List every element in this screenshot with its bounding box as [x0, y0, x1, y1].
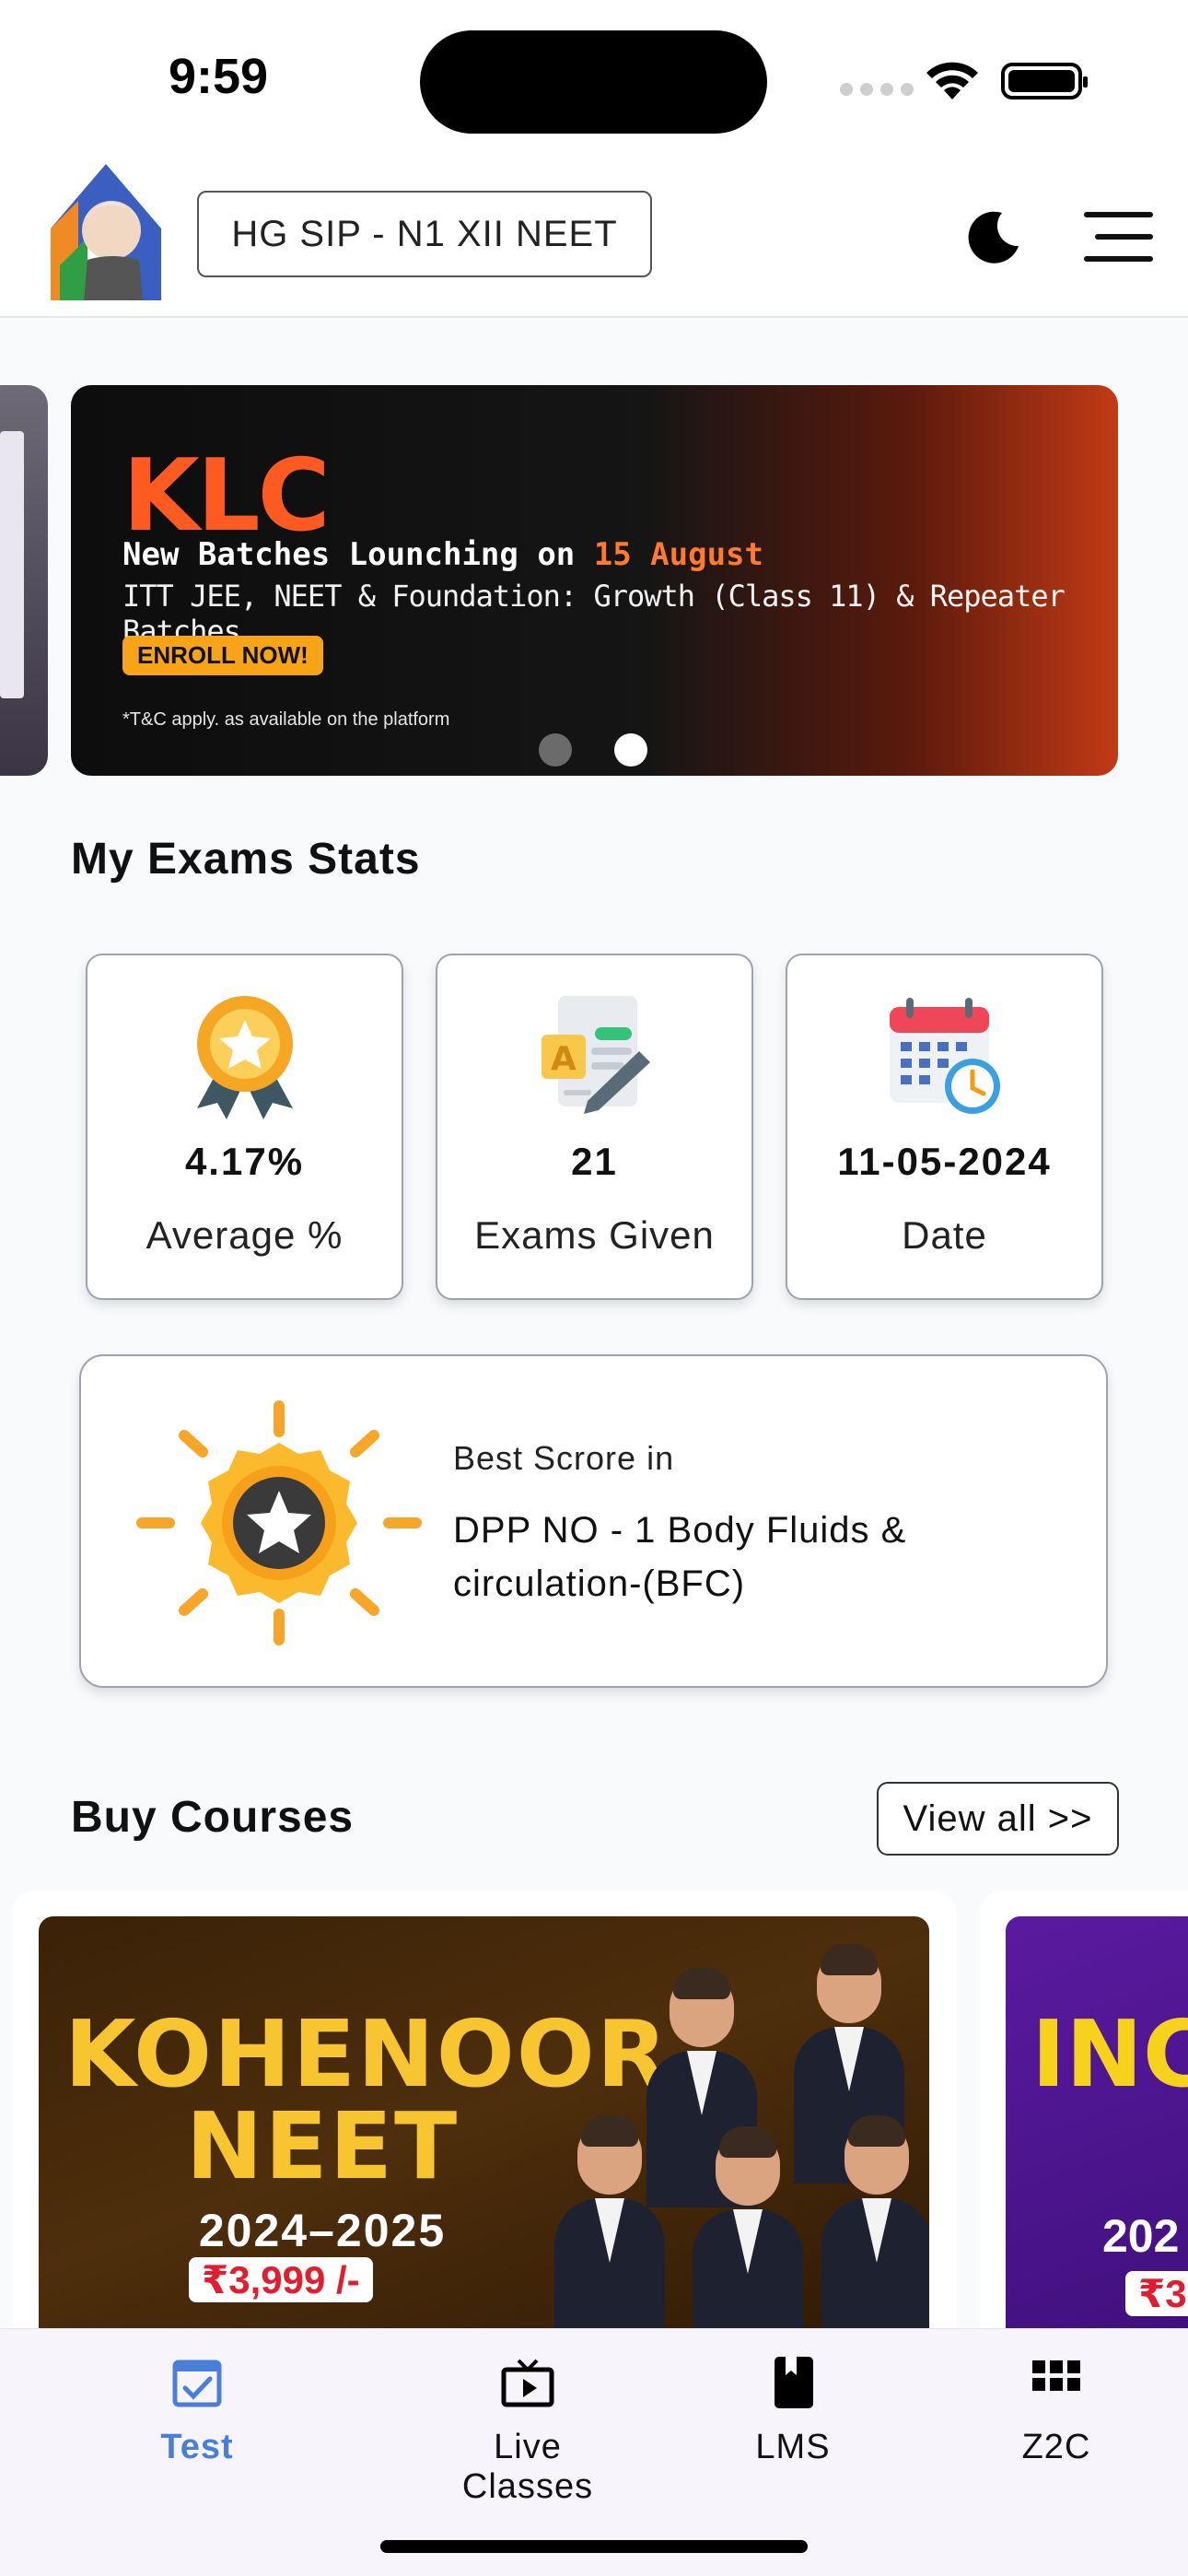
stat-card-exams-given[interactable]: A 21 Exams Given [436, 954, 753, 1300]
tab-label: LMS [755, 2428, 831, 2466]
best-score-card[interactable]: Best Scrore in DPP NO - 1 Body Fluids & … [79, 1354, 1108, 1688]
course-teacher-image [821, 2115, 929, 2355]
app-logo[interactable] [51, 164, 161, 300]
enroll-now-button[interactable]: ENROLL NOW! [122, 636, 323, 675]
batch-selector[interactable]: HG SIP - N1 XII NEET [197, 191, 652, 277]
course-image-kohenoor[interactable]: KOHENOOR NEET 2024–2025 ₹3,999 /- [39, 1916, 929, 2377]
banner-headline-date: 15 August [593, 536, 763, 573]
average-value: 4.17% [184, 1140, 305, 1183]
banner-disclaimer: *T&C apply. as available on the platform [122, 709, 450, 730]
stat-card-date[interactable]: 11-05-2024 Date [786, 954, 1103, 1300]
best-score-test: DPP NO - 1 Body Fluids & circulation-(BF… [453, 1510, 907, 1604]
course-price: ₹3,999 /- [189, 2257, 373, 2302]
tab-z2c[interactable]: Z2C [955, 2355, 1158, 2467]
average-label: Average % [146, 1213, 344, 1257]
tab-live-classes[interactable]: Live Classes [426, 2355, 629, 2507]
stat-card-average[interactable]: 4.17% Average % [86, 954, 403, 1300]
carousel-dot[interactable] [539, 733, 572, 767]
home-indicator[interactable] [380, 2540, 808, 2553]
course-name-line2: NEET [185, 2092, 460, 2200]
exam-stats-title: My Exams Stats [71, 835, 421, 884]
book-icon [775, 2357, 813, 2408]
best-score-label: Best Scrore in [453, 1439, 675, 1477]
tab-lms[interactable]: LMS [692, 2355, 894, 2467]
promo-banner[interactable]: KLC New Batches Lounching on 15 August I… [71, 385, 1118, 776]
battery-icon [1001, 63, 1088, 100]
course-teacher-image [554, 2115, 665, 2355]
exams-given-label: Exams Given [474, 1213, 715, 1257]
bottom-nav: Test Live Classes LMS Z2C [0, 2328, 1188, 2576]
course-image-second[interactable]: INC N 202 ₹3 [1006, 1916, 1188, 2377]
wifi-icon [926, 62, 978, 100]
course-price: ₹3 [1125, 2271, 1188, 2316]
buy-courses-title: Buy Courses [71, 1793, 355, 1842]
tab-label: Z2C [1021, 2428, 1091, 2466]
course-name-line1: INC [1031, 2000, 1188, 2108]
status-bar: 9:59 [0, 0, 1188, 157]
star-badge-icon [136, 1400, 422, 1645]
banner-headline: New Batches Lounching on 15 August [122, 536, 763, 573]
test-checkbox-icon [172, 2359, 222, 2407]
award-ribbon-icon [196, 996, 293, 1119]
tv-icon [501, 2359, 554, 2407]
tab-label: Live Classes [461, 2428, 594, 2506]
course-years: 2024–2025 [198, 2205, 447, 2256]
menu-icon[interactable] [1084, 212, 1153, 263]
exams-given-value: 21 [571, 1140, 618, 1183]
moon-icon[interactable] [967, 209, 1022, 264]
view-all-button[interactable]: View all >> [877, 1782, 1119, 1856]
course-name: KOHENOOR NEET [64, 2008, 668, 2193]
course-name-line2: N [1181, 2101, 1188, 2193]
dynamic-island [420, 30, 767, 134]
app-header: HG SIP - N1 XII NEET [0, 157, 1188, 318]
course-years: 202 [1102, 2210, 1180, 2262]
date-value: 11-05-2024 [837, 1140, 1052, 1183]
status-time: 9:59 [169, 49, 269, 104]
banner-headline-prefix: New Batches Lounching on [122, 536, 594, 573]
grid-icon [1032, 2360, 1080, 2391]
calendar-clock-icon [889, 998, 1000, 1114]
svg-text:A: A [551, 1040, 577, 1078]
exam-sheet-icon: A [541, 996, 650, 1114]
cellular-signal-icon [840, 83, 914, 96]
carousel-dots[interactable] [539, 733, 647, 767]
date-label: Date [902, 1213, 987, 1257]
banner-previous-slide[interactable] [0, 385, 48, 776]
carousel-dot-active[interactable] [614, 733, 647, 767]
tab-label: Test [160, 2428, 234, 2466]
tab-test[interactable]: Test [96, 2355, 298, 2467]
